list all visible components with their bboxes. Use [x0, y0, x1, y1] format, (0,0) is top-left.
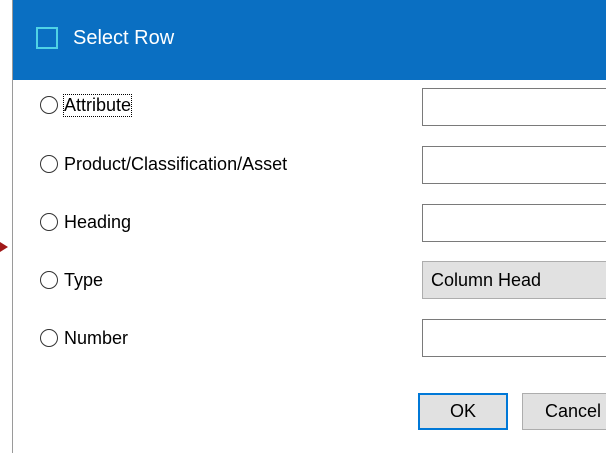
radio-option-number[interactable]: Number — [40, 325, 128, 351]
type-dropdown[interactable]: Column Head — [422, 261, 606, 299]
radio-option-heading[interactable]: Heading — [40, 209, 131, 235]
number-input[interactable] — [422, 319, 606, 357]
radio-label-number: Number — [64, 327, 129, 348]
radio-option-type[interactable]: Type — [40, 267, 103, 293]
select-row-dialog: Select Row Attribute Product/Classificat… — [0, 0, 606, 453]
title-bar: Select Row — [13, 0, 606, 80]
radio-button-icon[interactable] — [40, 213, 58, 231]
radio-label-attribute: Attribute — [62, 93, 133, 117]
radio-option-attribute[interactable]: Attribute — [40, 92, 133, 118]
window-icon — [36, 27, 58, 49]
radio-label-heading: Heading — [64, 211, 132, 232]
attribute-input[interactable] — [422, 88, 606, 126]
heading-input[interactable] — [422, 204, 606, 242]
radio-option-product-classification-asset[interactable]: Product/Classification/Asset — [40, 151, 287, 177]
radio-button-icon[interactable] — [40, 96, 58, 114]
radio-button-icon[interactable] — [40, 271, 58, 289]
radio-button-icon[interactable] — [40, 329, 58, 347]
ok-button[interactable]: OK — [418, 393, 508, 430]
radio-label-product-classification-asset: Product/Classification/Asset — [64, 153, 288, 174]
radio-label-type: Type — [64, 269, 104, 290]
arrow-pointer-icon — [0, 242, 8, 252]
product-classification-asset-input[interactable] — [422, 146, 606, 184]
type-dropdown-value: Column Head — [431, 269, 542, 290]
cancel-button[interactable]: Cancel — [522, 393, 606, 430]
dialog-title: Select Row — [73, 27, 175, 49]
radio-button-icon[interactable] — [40, 155, 58, 173]
